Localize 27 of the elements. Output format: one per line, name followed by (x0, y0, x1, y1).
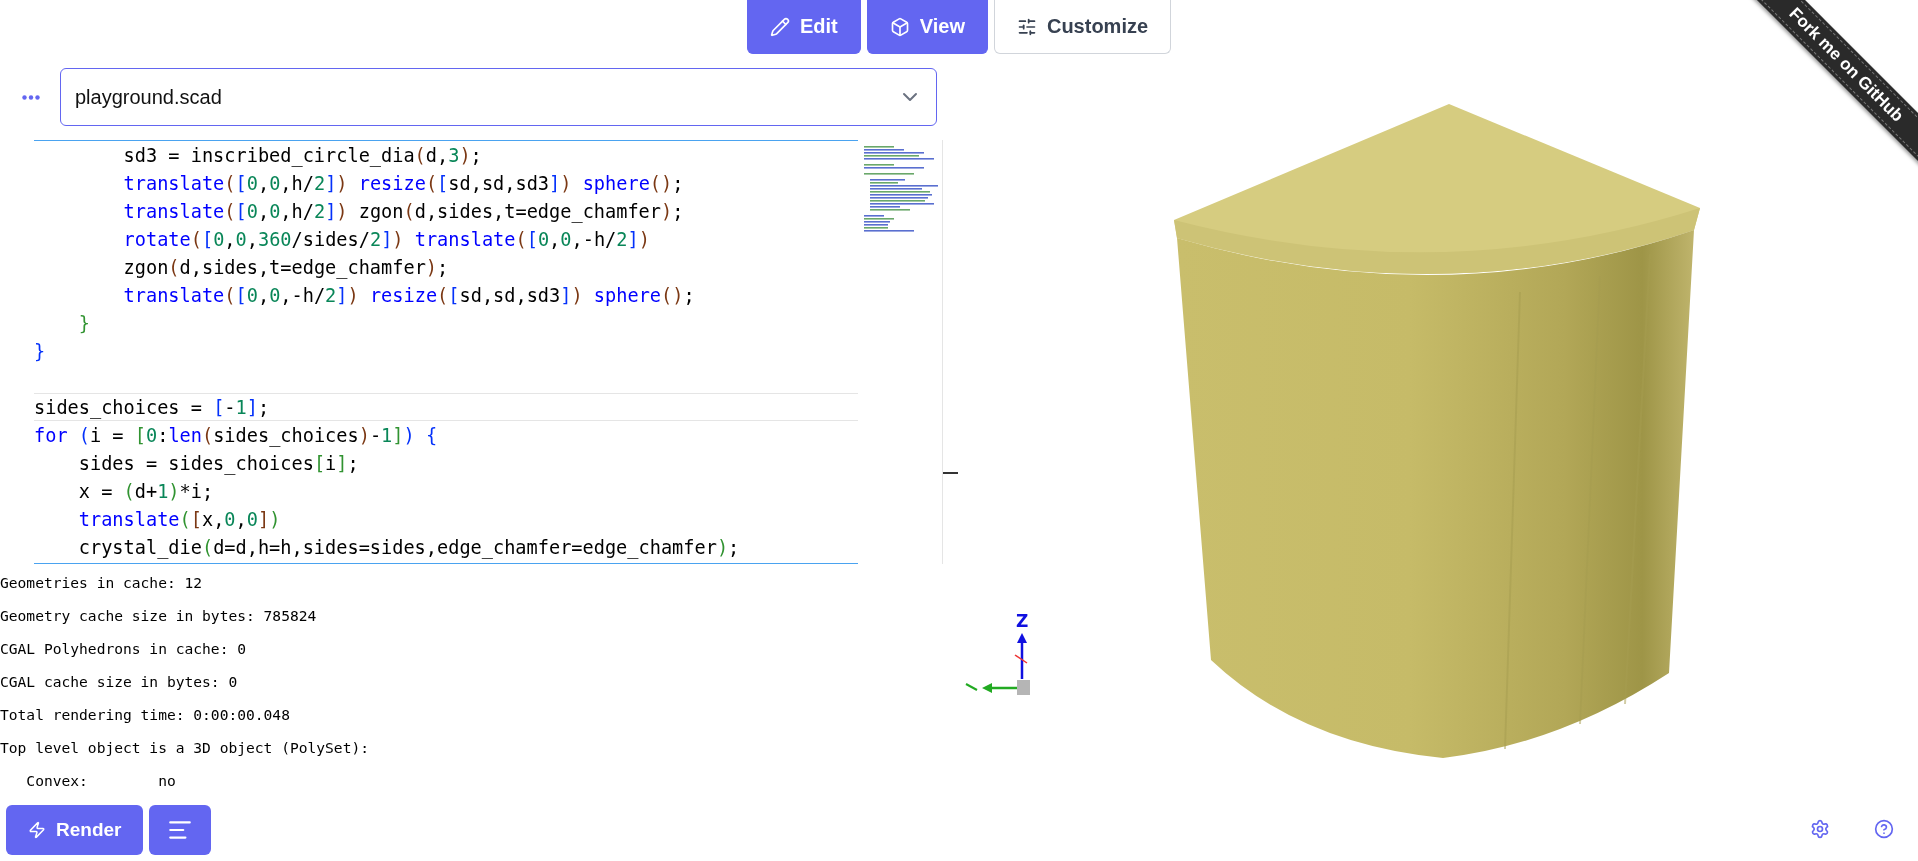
code-line: for (i = [0:len(sides_choices)-1]) { (34, 424, 439, 449)
mode-tab[interactable]: View (866, 0, 988, 54)
code-line: translate([x,0,0]) (77, 508, 282, 532)
code-line: zgon(d,sides,t=edge_chamfer); (122, 256, 450, 281)
log-line: CGAL cache size in bytes: 0 (0, 672, 238, 692)
code-line: } (77, 312, 91, 336)
code-line: sides = sides_choices[i]; (77, 452, 360, 477)
code-line: translate([0,0,h/2]) resize([sd,sd,sd3]) sphere(); (122, 172, 685, 196)
file-select[interactable]: playground.scad (60, 68, 937, 126)
mode-tab[interactable]: Edit (746, 0, 861, 54)
code-line: } (34, 340, 47, 364)
log-line: Geometries in cache: 12 (0, 573, 203, 593)
mode-tab[interactable]: Customize (993, 0, 1172, 54)
axis-label: Z (1016, 611, 1029, 631)
code-line: rotate([0,0,360/sides/2]) translate([0,0,-h/2]) (122, 228, 651, 252)
code-line: sides_choices = [-1]; (34, 393, 858, 421)
code-line: crystal_die(d=d,h=h,sides=sides,edge_chamfer=edge_chamfer); (77, 536, 741, 561)
log-line: Top level object is a 3D object (PolySet): (0, 738, 370, 758)
log-line: Total rendering time: 0:00:00.048 (0, 705, 290, 725)
log-line: CGAL Polyhedrons in cache: 0 (0, 639, 246, 659)
log-line: Convex: no (25, 771, 176, 791)
log-line: Geometry cache size in bytes: 785824 (0, 606, 317, 626)
code-line: sd3 = inscribed_circle_dia(d,3); (122, 144, 483, 169)
code-line: translate([0,0,h/2]) zgon(d,sides,t=edge_chamfer); (122, 200, 685, 225)
code-line: x = (d+1)*i; (77, 480, 215, 504)
render-button[interactable]: Render (6, 805, 144, 855)
code-line: translate([0,0,-h/2]) resize([sd,sd,sd3]) sphere(); (122, 284, 696, 308)
